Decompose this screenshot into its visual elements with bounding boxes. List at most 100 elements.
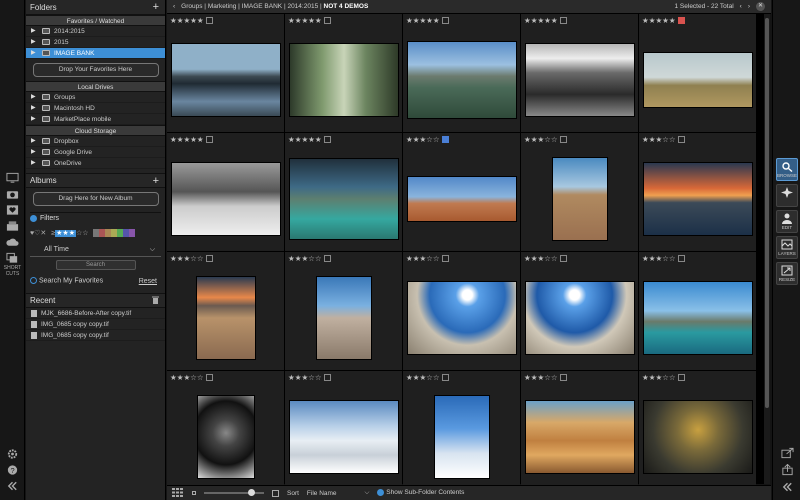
monitor-icon[interactable] — [4, 170, 21, 186]
sort-select[interactable]: File Name — [307, 490, 337, 497]
star-rating[interactable]: ★★★★★ — [406, 16, 449, 25]
photo-thumbnail[interactable] — [407, 281, 517, 355]
color-label-box[interactable] — [559, 136, 567, 143]
photo-thumbnail[interactable] — [643, 400, 753, 474]
star-rating[interactable]: ★★★☆☆ — [642, 135, 685, 144]
star-rating[interactable]: ★★★★★ — [170, 135, 213, 144]
disclosure-triangle-icon[interactable]: ▶ — [31, 103, 38, 114]
disclosure-triangle-icon[interactable]: ▶ — [31, 114, 38, 125]
photo-thumbnail[interactable] — [171, 43, 281, 117]
photo-cell[interactable]: ★★★☆☆ — [285, 371, 402, 487]
photo-thumbnail[interactable] — [316, 276, 372, 360]
filter-search-button[interactable]: Search — [55, 260, 136, 270]
photo-thumbnail[interactable] — [434, 395, 490, 479]
thumbnail-size-slider[interactable] — [204, 489, 264, 496]
gear-icon[interactable] — [4, 446, 21, 462]
star-rating[interactable]: ★★★☆☆ — [406, 254, 449, 263]
time-filter-select[interactable]: All Time ⌵ — [30, 243, 161, 257]
local-drive-item[interactable]: ▶ Groups — [26, 92, 165, 103]
heart-icon[interactable] — [4, 202, 21, 218]
subfolder-toggle[interactable]: Show Sub-Folder Contents — [377, 489, 464, 497]
cloud-storage-item[interactable]: ▶ OneDrive — [26, 158, 165, 169]
color-label-box[interactable] — [323, 255, 331, 262]
photo-thumbnail[interactable] — [289, 158, 399, 240]
star-rating[interactable]: ★★★☆☆ — [642, 254, 685, 263]
color-label-box[interactable] — [677, 136, 685, 143]
photo-thumbnail[interactable] — [643, 52, 753, 108]
photo-cell[interactable]: ★★★★★ — [521, 14, 638, 132]
color-label-box[interactable] — [323, 136, 331, 143]
disclosure-triangle-icon[interactable]: ▶ — [31, 136, 38, 147]
new-album-drop-target[interactable]: Drag Here for New Album — [32, 192, 159, 206]
vertical-scrollbar[interactable] — [764, 14, 770, 484]
resize-module-button[interactable]: RESIZE — [776, 262, 798, 285]
favorite-folder-item[interactable]: ▶ 2014:2015 — [26, 26, 165, 37]
star-rating[interactable]: ★★★☆☆ — [524, 135, 567, 144]
breadcrumb[interactable]: Groups | Marketing | IMAGE BANK | 2014:2… — [181, 3, 368, 10]
collapse-right-icon[interactable] — [779, 479, 796, 495]
color-label-box[interactable] — [559, 17, 567, 24]
cloud-icon[interactable] — [4, 234, 21, 250]
local-drive-item[interactable]: ▶ Macintosh HD — [26, 103, 165, 114]
color-label-box[interactable] — [559, 255, 567, 262]
photo-cell[interactable]: ★★★★★ — [639, 14, 756, 132]
color-label-box[interactable] — [441, 255, 449, 262]
photo-cell[interactable]: ★★★☆☆ — [285, 252, 402, 370]
photo-cell[interactable]: ★★★★★ — [285, 133, 402, 251]
color-label-filter[interactable] — [92, 229, 135, 237]
photo-thumbnail[interactable] — [407, 176, 517, 222]
color-label-box[interactable] — [205, 374, 213, 381]
drop-favorites-target[interactable]: Drop Your Favorites Here — [32, 63, 159, 77]
cloud-storage-item[interactable]: ▶ Dropbox — [26, 136, 165, 147]
crumb-image-bank[interactable]: IMAGE BANK — [242, 3, 282, 10]
reset-link[interactable]: Reset — [139, 278, 157, 285]
recent-item[interactable]: MJK_6686-Before-After copy.tif — [26, 308, 165, 319]
rating-filter[interactable]: ≥★★★☆☆ — [51, 229, 89, 237]
share-icon[interactable] — [779, 462, 796, 478]
disclosure-triangle-icon[interactable]: ▶ — [31, 26, 38, 37]
color-label-box[interactable] — [677, 374, 685, 381]
star-rating[interactable]: ★★★☆☆ — [170, 373, 213, 382]
effects-module-button[interactable] — [776, 184, 798, 207]
photo-cell[interactable]: ★★★★★ — [167, 133, 284, 251]
photo-thumbnail[interactable] — [171, 162, 281, 236]
photo-cell[interactable]: ★★★☆☆ — [639, 133, 756, 251]
color-label-box[interactable] — [205, 255, 213, 262]
photo-cell[interactable]: ★★★★★ — [285, 14, 402, 132]
color-label-box[interactable] — [205, 136, 213, 143]
scroll-thumb[interactable] — [765, 18, 769, 408]
add-album-button[interactable]: + — [153, 175, 159, 187]
disclosure-triangle-icon[interactable]: ▶ — [31, 37, 38, 48]
shortcuts-icon[interactable] — [4, 250, 21, 266]
favorite-folder-item[interactable]: ▶ IMAGE BANK — [26, 48, 165, 59]
photo-cell[interactable]: ★★★☆☆ — [521, 371, 638, 487]
photo-cell[interactable]: ★★★☆☆ — [403, 133, 520, 251]
color-label-box[interactable] — [677, 255, 685, 262]
sort-direction-icon[interactable]: ⌵ — [365, 489, 370, 497]
star-rating[interactable]: ★★★★★ — [288, 16, 331, 25]
photo-cell[interactable]: ★★★☆☆ — [167, 252, 284, 370]
back-arrow-icon[interactable]: ‹ — [173, 3, 175, 10]
prev-icon[interactable]: ‹ — [740, 3, 742, 10]
filters-checkbox[interactable] — [30, 215, 37, 222]
browse-module-button[interactable]: BROWSE — [776, 158, 798, 181]
export-icon[interactable] — [779, 445, 796, 461]
photo-cell[interactable]: ★★★★★ — [167, 14, 284, 132]
crumb-2014-2015[interactable]: 2014:2015 — [287, 3, 318, 10]
photo-thumbnail[interactable] — [525, 400, 635, 474]
heart-filter-icon[interactable]: ♥♡✕ — [30, 229, 46, 237]
color-label-box[interactable] — [441, 374, 449, 381]
photo-cell[interactable]: ★★★☆☆ — [521, 252, 638, 370]
photo-thumbnail[interactable] — [525, 43, 635, 117]
star-rating[interactable]: ★★★☆☆ — [642, 373, 685, 382]
star-rating[interactable]: ★★★☆☆ — [524, 373, 567, 382]
star-rating[interactable]: ★★★☆☆ — [524, 254, 567, 263]
next-icon[interactable]: › — [748, 3, 750, 10]
star-rating[interactable]: ★★★★★ — [524, 16, 567, 25]
photo-thumbnail[interactable] — [643, 162, 753, 236]
color-label-box[interactable] — [441, 136, 449, 143]
color-label-box[interactable] — [441, 17, 449, 24]
photo-cell[interactable]: ★★★☆☆ — [521, 133, 638, 251]
photo-thumbnail[interactable] — [289, 43, 399, 117]
drive-icon[interactable] — [4, 218, 21, 234]
